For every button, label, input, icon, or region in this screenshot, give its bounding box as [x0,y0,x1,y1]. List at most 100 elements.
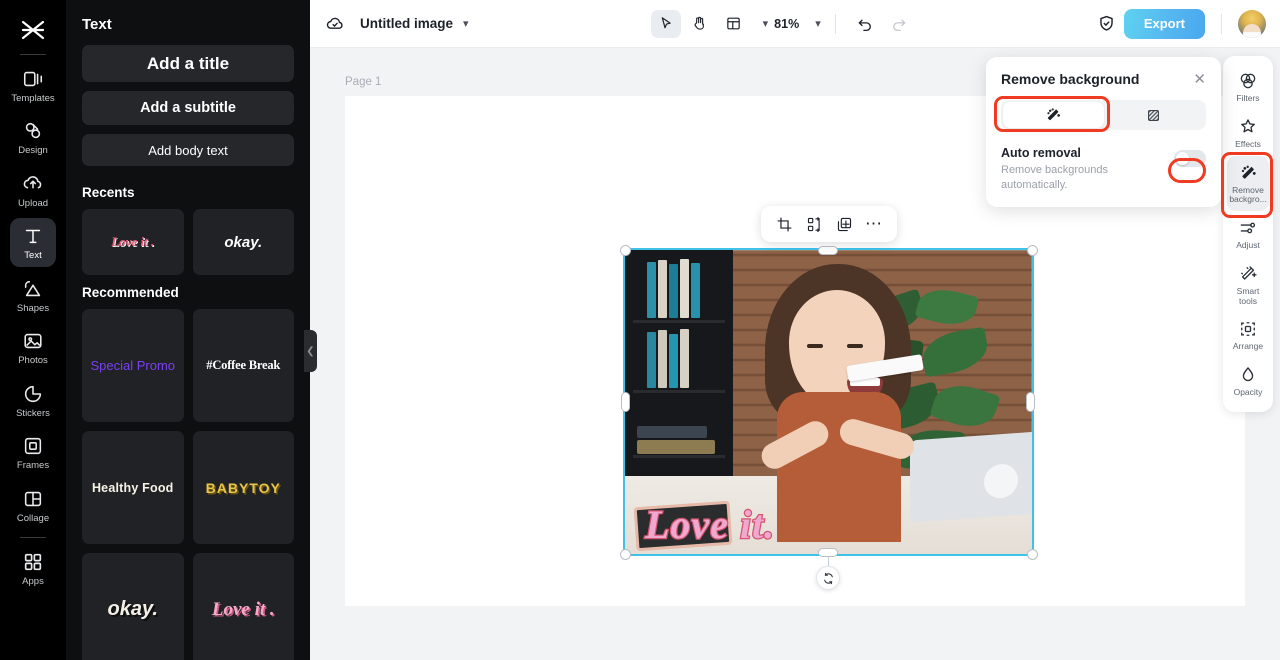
sidebar-item-collage[interactable]: Collage [10,481,56,529]
replace-image-button[interactable] [801,211,827,237]
add-title-button[interactable]: Add a title [82,45,294,82]
sidebar-item-apps[interactable]: Apps [10,544,56,592]
crop-button[interactable] [771,211,797,237]
bookshelf [625,250,733,510]
zoom-chevron-down-icon[interactable]: ▾ [815,17,821,30]
sidebar-item-stickers[interactable]: Stickers [10,376,56,424]
shapes-icon [24,280,41,296]
text-icon [25,230,41,244]
recents-grid: Love it . okay. [82,209,294,275]
recommended-text-thumb[interactable]: Special Promo [82,309,184,422]
recommended-text-thumb[interactable]: #Coffee Break [192,309,294,422]
sidebar-item-shapes[interactable]: Shapes [10,271,56,319]
undo-icon [858,19,871,31]
recommended-text-label: Love it . [211,598,275,620]
panel-title: Text [82,16,112,33]
checker-pattern-icon [1148,109,1160,121]
resize-handle-left[interactable] [621,392,630,412]
tool-remove-background[interactable]: Remove backgro... [1227,155,1269,212]
shield-check-icon[interactable] [1096,13,1118,35]
layout-chevron-down-icon[interactable]: ▾ [763,17,769,30]
sidebar-label-templates: Templates [11,93,55,104]
person [743,264,933,542]
recent-text-thumb[interactable]: okay. [192,209,294,275]
auto-removal-row: Auto removal Remove backgrounds automati… [1001,146,1206,193]
sidebar-label-text: Text [24,250,42,262]
tool-adjust[interactable]: Adjust [1227,211,1269,257]
add-body-text-button[interactable]: Add body text [82,134,294,166]
tool-label-remove-background: Remove backgro... [1229,184,1267,205]
resize-handle-bottom[interactable] [818,548,838,557]
upload-icon [23,176,42,189]
remove-background-title: Remove background [1001,71,1140,87]
adjust-icon [1240,222,1256,234]
photo-content: Love it. [625,250,1032,554]
recommended-text-label: BABYTOY [205,479,281,496]
arrange-icon [1241,322,1255,337]
remove-background-header: Remove background ✕ [1001,71,1206,87]
tool-filters[interactable]: Filters [1227,64,1269,110]
recommended-text-thumb[interactable]: BABYTOY [192,431,294,544]
recommended-text-thumb[interactable]: Love it . [192,553,294,660]
sidebar-item-design[interactable]: Design [10,113,56,161]
selected-image-object[interactable]: Love it. [623,248,1034,556]
resize-handle-tl[interactable] [620,245,631,256]
avatar[interactable] [1238,9,1266,38]
resize-handle-right[interactable] [1026,392,1035,412]
recent-text-thumb[interactable]: Love it . [82,209,184,275]
canvas-tools: ▾ 81% ▾ [650,9,914,38]
sidebar-item-photos[interactable]: Photos [10,323,56,371]
sidebar-item-upload[interactable]: Upload [10,166,56,214]
rotate-icon [823,572,833,584]
duplicate-button[interactable] [831,211,857,237]
sidebar-item-templates[interactable]: Templates [10,61,56,109]
chevron-down-icon[interactable]: ▾ [463,17,469,30]
tab-manual-erase[interactable] [1104,102,1205,128]
recommended-text-thumb[interactable]: okay. [82,553,184,660]
recommended-text-thumb[interactable]: Healthy Food [82,431,184,544]
redo-button[interactable] [884,10,914,38]
opacity-icon [1242,367,1254,382]
sidebar-item-text[interactable]: Text [10,218,56,267]
more-options-button[interactable]: ⋯ [861,211,887,237]
select-tool-button[interactable] [650,9,681,38]
image-overlay-text: Love it. [644,501,776,549]
rail-divider [20,54,46,55]
capcut-logo-icon[interactable] [10,10,56,50]
frames-icon [24,437,42,455]
auto-removal-label: Auto removal [1001,146,1081,160]
redo-icon [892,19,906,31]
hand-icon [694,16,705,30]
remove-background-tabs [1001,100,1206,130]
photos-icon [24,333,42,349]
replace-image-icon [807,216,820,232]
resize-handle-bl[interactable] [620,549,631,560]
toolbar-divider [834,13,836,34]
rotate-handle[interactable] [816,566,840,590]
tool-arrange[interactable]: Arrange [1227,312,1269,358]
cloud-saved-icon[interactable] [324,13,346,35]
panel-collapse-button[interactable]: ❮ [304,330,317,372]
resize-handle-tr[interactable] [1027,245,1038,256]
add-subtitle-button[interactable]: Add a subtitle [82,91,294,125]
resize-handle-top[interactable] [818,246,838,255]
design-icon [25,123,41,139]
capcut-editor: Templates Design Upload Text Shapes Phot… [0,0,1280,660]
tool-smart-tools[interactable]: Smart tools [1227,257,1269,313]
tool-effects[interactable]: Effects [1227,110,1269,156]
sidebar-item-frames[interactable]: Frames [10,428,56,476]
auto-removal-toggle[interactable] [1174,150,1206,167]
document-title[interactable]: Untitled image [360,16,453,31]
export-button[interactable]: Export [1123,8,1205,39]
tab-auto-removal[interactable] [1003,102,1104,128]
top-right-actions: Export [1096,8,1266,39]
close-icon[interactable]: ✕ [1193,72,1206,87]
apps-icon [24,553,42,571]
zoom-level[interactable]: 81% [772,17,801,31]
cursor-arrow-icon [661,17,671,29]
tool-opacity[interactable]: Opacity [1227,358,1269,404]
undo-button[interactable] [850,10,880,38]
resize-handle-br[interactable] [1027,549,1038,560]
hand-tool-button[interactable] [685,10,715,38]
layout-button[interactable] [719,10,749,38]
